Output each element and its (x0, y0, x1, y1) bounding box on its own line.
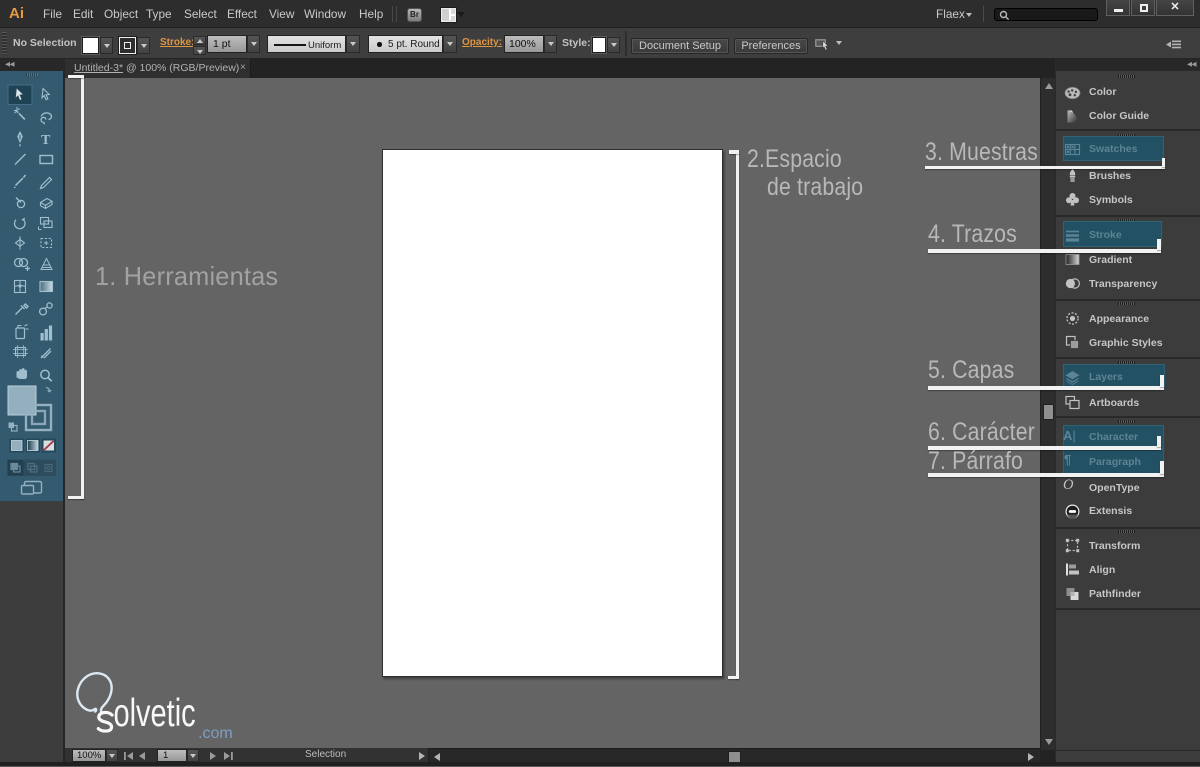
svg-text:olvetic: olvetic (114, 692, 196, 735)
svg-text:.com: .com (198, 725, 233, 742)
svg-text:T: T (41, 133, 51, 148)
